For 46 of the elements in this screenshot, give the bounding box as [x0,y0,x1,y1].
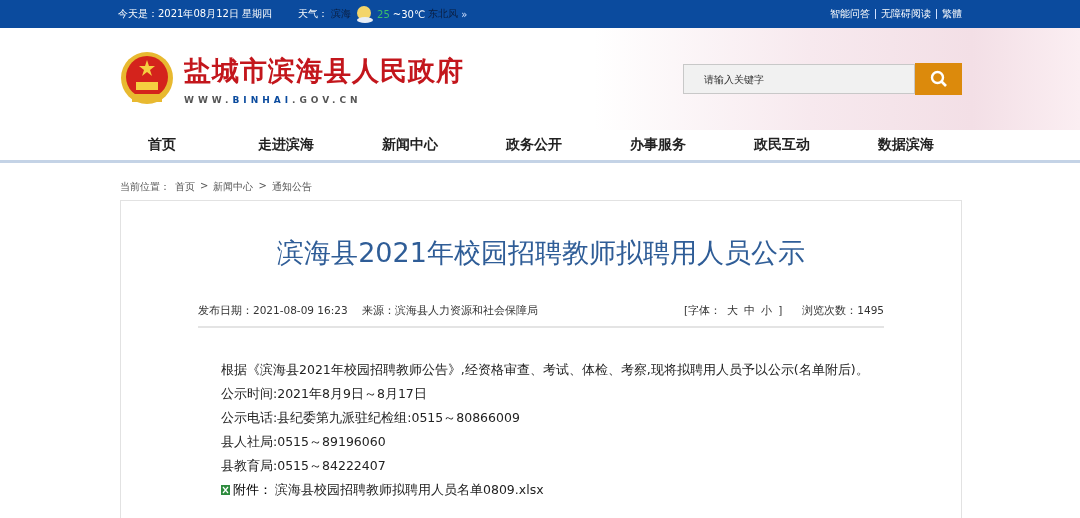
breadcrumb-separator: > [200,180,209,193]
site-domain: WWW.BINHAI.GOV.CN [184,95,363,105]
attachment-label: 附件： [233,481,272,499]
more-link[interactable]: » [461,8,468,20]
font-size-link[interactable]: 小 [761,304,773,318]
date-text: 今天是：2021年08月12日 星期四 [118,7,273,21]
article-paragraph: 根据《滨海县2021年校园招聘教师公告》,经资格审查、考试、体检、考察,现将拟聘用人员予以公示(名单附后)。 [221,361,870,379]
article-paragraph: 县教育局:0515～84222407 [221,457,387,475]
weather-label: 天气： [298,7,329,21]
nav-tab[interactable]: 数据滨海 [844,130,968,160]
site-name: 盐城市滨海县人民政府 [184,54,464,88]
font-size-label: [字体： [684,304,722,318]
article-title: 滨海县2021年校园招聘教师拟聘用人员公示 [276,236,806,270]
breadcrumb-link[interactable]: 首页 [175,180,195,200]
top-link[interactable]: 智能问答 [830,7,870,21]
sun-cloud-icon [354,5,375,23]
breadcrumb-separator: > [258,180,267,193]
view-count: 浏览次数：1495 [802,304,884,318]
nav-tab[interactable]: 政民互动 [720,130,844,160]
breadcrumb-link[interactable]: 新闻中心 [213,180,254,200]
breadcrumb-link[interactable]: 通知公告 [271,180,312,200]
weather-city: 滨海 [331,7,352,21]
article-paragraph: 公示电话:县纪委第九派驻纪检组:0515～80866009 [221,409,521,427]
breadcrumb-label: 当前位置： [120,180,170,194]
search-field[interactable]: 请输入关键字 [683,64,915,94]
article-paragraph: 公示时间:2021年8月9日～8月17日 [221,385,428,403]
attachment-link[interactable]: 滨海县校园招聘教师拟聘用人员名单0809.xlsx [275,480,544,499]
publish-date: 发布日期：2021-08-09 16:23 [198,304,348,318]
font-size-link[interactable]: 中 [744,304,756,318]
article-paragraph: 县人社局:0515～89196060 [221,433,387,451]
spreadsheet-icon [221,484,230,495]
article-source: 来源：滨海县人力资源和社会保障局 [361,304,538,318]
nav-tab[interactable]: 新闻中心 [348,130,472,160]
search-icon [929,70,948,88]
top-link[interactable]: 繁體 [942,7,962,21]
weather-high: ~30℃ [392,8,426,20]
search-button[interactable] [915,63,962,95]
font-size-bracket: ] [778,304,783,318]
nav-tab[interactable]: 走进滨海 [224,130,348,160]
top-link[interactable]: 无障碍阅读 [881,7,931,21]
weather-low: 25 [377,8,390,20]
nav-tab[interactable]: 首页 [100,130,224,160]
nav-tab[interactable]: 政务公开 [472,130,596,160]
wind-text: 东北风 [428,7,459,21]
nav-tab[interactable]: 办事服务 [596,130,720,160]
font-size-link[interactable]: 大 [727,304,739,318]
